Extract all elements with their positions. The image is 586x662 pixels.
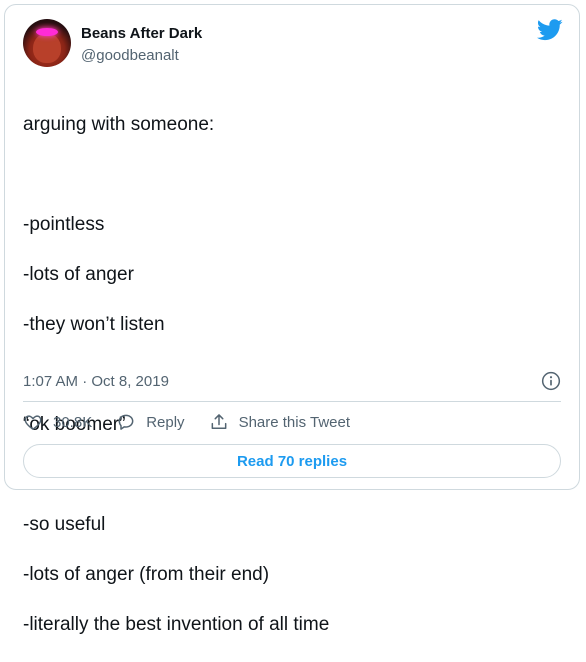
reply-label: Reply (146, 413, 185, 431)
avatar[interactable] (23, 19, 71, 67)
read-replies-button[interactable]: Read 70 replies (23, 444, 561, 478)
author-handle[interactable]: @goodbeanalt (81, 47, 179, 64)
share-button[interactable]: Share this Tweet (209, 412, 350, 432)
share-label: Share this Tweet (238, 413, 351, 431)
avatar-bean-shape (33, 33, 61, 63)
info-icon[interactable] (541, 371, 561, 391)
tweet-line: -literally the best invention of all tim… (23, 614, 330, 635)
tweet-line: -pointless (23, 214, 105, 235)
tweet-card: Beans After Dark @goodbeanalt arguing wi… (4, 4, 580, 635)
heart-icon (24, 415, 42, 430)
twitter-bird-icon[interactable] (537, 19, 563, 41)
tweet-line: arguing with someone: (23, 114, 215, 135)
tweet-line: -so useful (23, 514, 106, 535)
avatar-glow-shape (36, 28, 58, 36)
like-button[interactable]: 30.8K (23, 412, 92, 432)
share-icon (211, 414, 226, 429)
author-name[interactable]: Beans After Dark (81, 25, 202, 42)
reply-button[interactable]: Reply (116, 412, 185, 432)
like-count: 30.8K (53, 413, 93, 431)
tweet-line: -they won’t listen (23, 314, 165, 335)
tweet-timestamp[interactable]: 1:07 AM · Oct 8, 2019 (23, 373, 169, 390)
tweet-line: -lots of anger (23, 264, 134, 285)
reply-bubble-icon (118, 414, 134, 430)
tweet-actions: 30.8K Reply Share this Tweet (23, 407, 374, 437)
tweet-line: -lots of anger (from their end) (23, 564, 270, 585)
divider (23, 401, 561, 402)
